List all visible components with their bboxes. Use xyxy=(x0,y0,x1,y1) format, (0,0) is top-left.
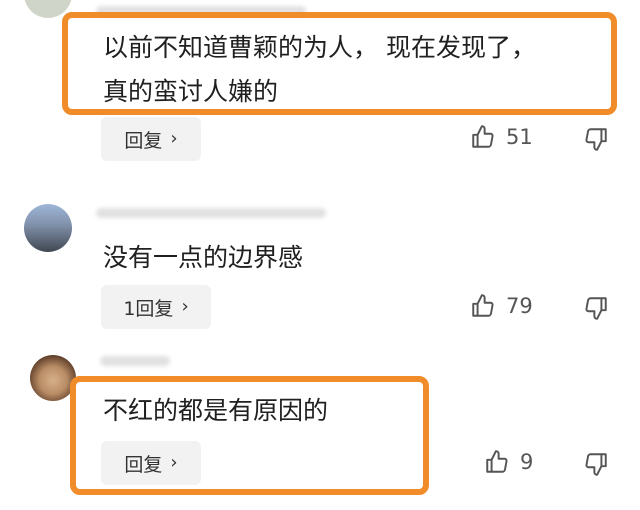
like-count: 79 xyxy=(506,294,533,318)
like-count: 9 xyxy=(520,450,534,474)
comment-text: 没有一点的边界感 xyxy=(103,236,303,280)
thumbs-up-icon xyxy=(470,293,496,319)
like-button[interactable]: 51 xyxy=(470,124,533,150)
thumbs-up-icon xyxy=(470,124,496,150)
thumbs-down-icon[interactable] xyxy=(583,295,609,321)
chevron-right-icon: › xyxy=(181,295,189,317)
username-blurred xyxy=(100,356,170,366)
reply-label: 回复 xyxy=(124,129,163,152)
reply-button[interactable]: 1回复 › xyxy=(101,285,211,329)
highlight-box xyxy=(70,376,429,495)
highlight-box xyxy=(62,12,617,115)
username-blurred xyxy=(96,208,326,218)
reply-button[interactable]: 回复 › xyxy=(101,117,201,161)
thumbs-down-icon[interactable] xyxy=(583,451,609,477)
like-count: 51 xyxy=(506,125,533,149)
thumbs-up-icon xyxy=(484,449,510,475)
like-button[interactable]: 9 xyxy=(484,449,533,475)
comment-text-line: 没有一点的边界感 xyxy=(103,243,304,272)
like-button[interactable]: 79 xyxy=(470,293,533,319)
reply-label: 1回复 xyxy=(123,297,174,320)
chevron-right-icon: › xyxy=(170,127,178,149)
thumbs-down-icon[interactable] xyxy=(583,126,609,152)
avatar[interactable] xyxy=(24,204,72,252)
